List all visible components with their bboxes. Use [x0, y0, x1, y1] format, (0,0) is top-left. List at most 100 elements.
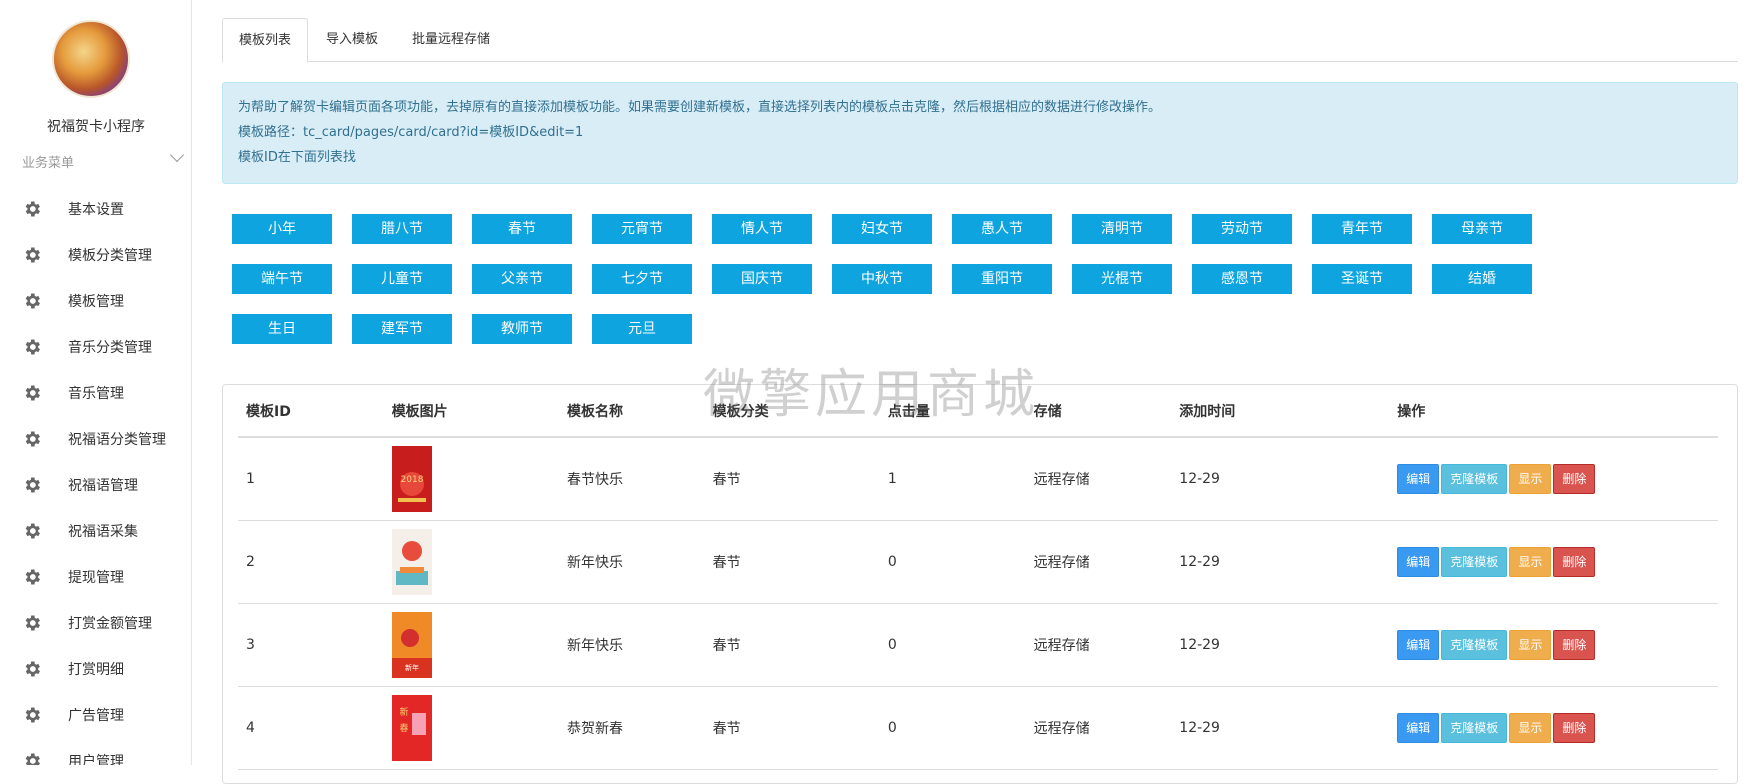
edit-button[interactable]: 编辑 — [1397, 463, 1440, 494]
sidebar-item-1[interactable]: 模板分类管理 — [0, 232, 191, 278]
cell-id: 2 — [238, 520, 384, 604]
sidebar-item-0[interactable]: 基本设置 — [0, 186, 191, 232]
show-button[interactable]: 显示 — [1509, 712, 1552, 743]
clone-template-button[interactable]: 克隆模板 — [1441, 463, 1508, 494]
sidebar-item-11[interactable]: 广告管理 — [0, 692, 191, 738]
gear-icon — [22, 567, 42, 587]
category-button[interactable]: 结婚 — [1432, 264, 1532, 294]
category-button[interactable]: 妇女节 — [832, 214, 932, 244]
category-button[interactable]: 建军节 — [352, 314, 452, 344]
sidebar-item-3[interactable]: 音乐分类管理 — [0, 324, 191, 370]
edit-button[interactable]: 编辑 — [1397, 712, 1440, 743]
category-button[interactable]: 圣诞节 — [1312, 264, 1412, 294]
template-table-panel: 模板ID 模板图片 模板名称 模板分类 点击量 存储 添加时间 操作 1 2018 春节快乐 春节 1… — [222, 384, 1738, 784]
show-button[interactable]: 显示 — [1509, 463, 1552, 494]
gear-icon — [22, 245, 42, 265]
category-button[interactable]: 七夕节 — [592, 264, 692, 294]
sidebar-item-9[interactable]: 打赏金额管理 — [0, 600, 191, 646]
cell-storage: 远程存储 — [1025, 520, 1172, 604]
svg-text:春: 春 — [399, 722, 408, 734]
cell-name: 新年快乐 — [558, 603, 705, 687]
category-button[interactable]: 端午节 — [232, 264, 332, 294]
tab-1[interactable]: 导入模板 — [310, 18, 394, 62]
category-button[interactable]: 春节 — [472, 214, 572, 244]
edit-button[interactable]: 编辑 — [1397, 629, 1440, 660]
template-thumbnail[interactable]: 2018 — [391, 445, 559, 512]
delete-button[interactable]: 删除 — [1553, 629, 1596, 660]
category-button[interactable]: 教师节 — [472, 314, 572, 344]
clone-template-button[interactable]: 克隆模板 — [1441, 712, 1508, 743]
template-table: 模板ID 模板图片 模板名称 模板分类 点击量 存储 添加时间 操作 1 2018 春节快乐 春节 1… — [238, 385, 1718, 770]
category-button[interactable]: 母亲节 — [1432, 214, 1532, 244]
notice-box: 为帮助了解贺卡编辑页面各项功能，去掉原有的直接添加模板功能。如果需要创建新模板，… — [222, 82, 1738, 184]
sidebar-item-4[interactable]: 音乐管理 — [0, 370, 191, 416]
clone-template-button[interactable]: 克隆模板 — [1441, 546, 1508, 577]
clone-template-button[interactable]: 克隆模板 — [1441, 629, 1508, 660]
template-thumbnail[interactable] — [391, 528, 559, 595]
menu-header-label: 业务菜单 — [22, 156, 75, 171]
table-row: 1 2018 春节快乐 春节 1 远程存储 12-29 编辑 克隆模板 显示 删除 — [238, 437, 1718, 521]
column-header: 模板名称 — [558, 385, 705, 438]
notice-line-3: 模板ID在下面列表找 — [238, 150, 356, 165]
sidebar-item-2[interactable]: 模板管理 — [0, 278, 191, 324]
sidebar-item-label: 基本设置 — [68, 202, 124, 218]
sidebar-item-6[interactable]: 祝福语管理 — [0, 462, 191, 508]
svg-text:新: 新 — [399, 706, 408, 718]
column-header: 模板ID — [238, 385, 384, 438]
delete-button[interactable]: 删除 — [1553, 463, 1596, 494]
category-button[interactable]: 中秋节 — [832, 264, 932, 294]
cell-name: 新年快乐 — [558, 520, 705, 604]
cell-storage: 远程存储 — [1025, 437, 1172, 521]
sidebar-item-5[interactable]: 祝福语分类管理 — [0, 416, 191, 462]
notice-line-1: 为帮助了解贺卡编辑页面各项功能，去掉原有的直接添加模板功能。如果需要创建新模板，… — [238, 100, 1162, 115]
category-button[interactable]: 愚人节 — [952, 214, 1052, 244]
delete-button[interactable]: 删除 — [1553, 546, 1596, 577]
show-button[interactable]: 显示 — [1509, 546, 1552, 577]
sidebar-item-7[interactable]: 祝福语采集 — [0, 508, 191, 554]
category-button[interactable]: 光棍节 — [1072, 264, 1172, 294]
category-button[interactable]: 腊八节 — [352, 214, 452, 244]
category-button[interactable]: 青年节 — [1312, 214, 1412, 244]
sidebar-item-label: 音乐管理 — [68, 386, 124, 402]
cell-image — [383, 520, 559, 604]
main-content: 模板列表 导入模板 批量远程存储 为帮助了解贺卡编辑页面各项功能，去掉原有的直接添加… — [222, 18, 1738, 364]
column-header: 添加时间 — [1171, 385, 1390, 438]
category-button[interactable]: 儿童节 — [352, 264, 452, 294]
cell-category: 春节 — [704, 603, 880, 687]
category-button[interactable]: 小年 — [232, 214, 332, 244]
category-button[interactable]: 元宵节 — [592, 214, 692, 244]
category-button[interactable]: 清明节 — [1072, 214, 1172, 244]
cell-time: 12-29 — [1171, 686, 1390, 770]
tab-2[interactable]: 批量远程存储 — [396, 18, 506, 62]
gear-icon — [22, 751, 42, 765]
category-button[interactable]: 元旦 — [592, 314, 692, 344]
edit-button[interactable]: 编辑 — [1397, 546, 1440, 577]
cell-time: 12-29 — [1171, 520, 1390, 604]
template-thumbnail[interactable]: 新年 — [391, 611, 559, 678]
category-button[interactable]: 国庆节 — [712, 264, 812, 294]
template-thumbnail[interactable]: 新春 — [391, 694, 559, 761]
sidebar-item-8[interactable]: 提现管理 — [0, 554, 191, 600]
tab-0[interactable]: 模板列表 — [222, 18, 309, 63]
category-button[interactable]: 生日 — [232, 314, 332, 344]
gear-icon — [22, 291, 42, 311]
sidebar-item-12[interactable]: 用户管理 — [0, 738, 191, 765]
category-button[interactable]: 重阳节 — [952, 264, 1052, 294]
gear-icon — [22, 383, 42, 403]
column-header: 模板图片 — [383, 385, 559, 438]
show-button[interactable]: 显示 — [1509, 629, 1552, 660]
sidebar: 祝福贺卡小程序 业务菜单 基本设置 模板分类管理 模板管理 音乐分类管理 音乐管理 祝福语… — [0, 0, 192, 765]
table-body: 1 2018 春节快乐 春节 1 远程存储 12-29 编辑 克隆模板 显示 删除 2 新年快乐 春节 0 远… — [238, 437, 1718, 770]
sidebar-item-10[interactable]: 打赏明细 — [0, 646, 191, 692]
category-button[interactable]: 劳动节 — [1192, 214, 1292, 244]
category-button[interactable]: 父亲节 — [472, 264, 572, 294]
cell-clicks: 0 — [879, 520, 1026, 604]
cell-time: 12-29 — [1171, 603, 1390, 687]
menu-header[interactable]: 业务菜单 — [22, 147, 185, 172]
gear-icon — [22, 705, 42, 725]
svg-text:2018: 2018 — [400, 475, 423, 485]
category-button[interactable]: 情人节 — [712, 214, 812, 244]
sidebar-item-label: 祝福语采集 — [68, 524, 138, 540]
delete-button[interactable]: 删除 — [1553, 712, 1596, 743]
category-button[interactable]: 感恩节 — [1192, 264, 1292, 294]
